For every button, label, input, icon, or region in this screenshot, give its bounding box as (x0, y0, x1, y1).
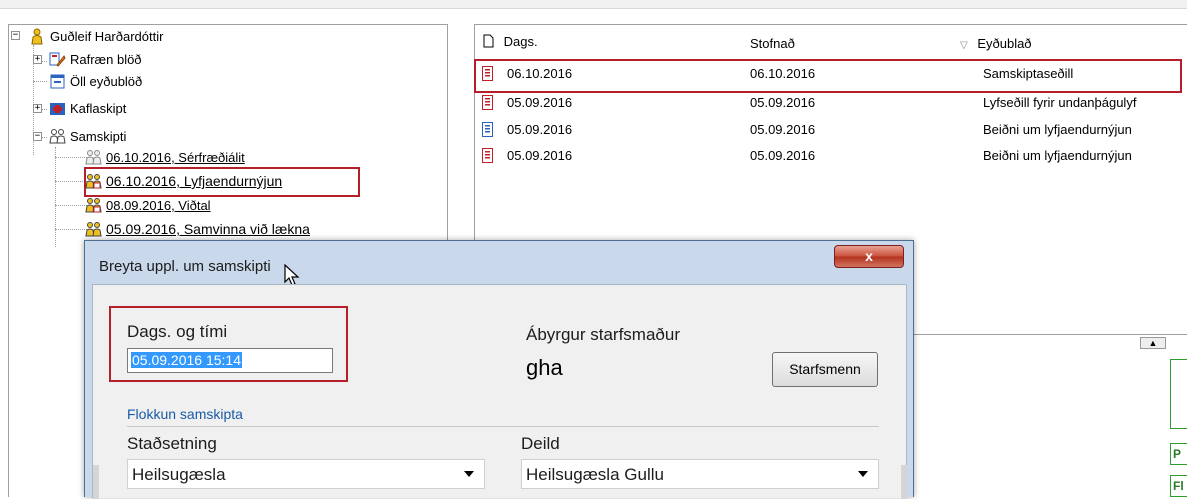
tree-root-label: Guðleif Harðardóttir (50, 28, 164, 44)
table-row[interactable]: 05.09.2016 05.09.2016 Lyfseðill fyrir un… (475, 92, 1187, 114)
column-header-eydublad[interactable]: ▽ Eyðublað (960, 36, 1032, 51)
document-blue-icon (482, 122, 493, 137)
highlight-list-row (474, 59, 1182, 93)
department-label: Deild (521, 434, 560, 453)
cell-dags: 05.09.2016 (507, 122, 573, 137)
tree-item-label: Samskipti (70, 128, 127, 144)
highlight-date-field (109, 306, 348, 382)
close-icon: x (865, 248, 873, 264)
preview-label-p: P (1170, 443, 1187, 465)
preview-box (1170, 359, 1187, 429)
staff-button[interactable]: Starfsmenn (772, 352, 878, 387)
tree-item-samskipti[interactable]: Samskipti (49, 126, 126, 146)
cell-dags: 05.09.2016 (507, 148, 573, 163)
people-icon (49, 128, 66, 143)
expand-rafraen-icon[interactable]: + (33, 55, 42, 64)
sort-arrow-icon: ▽ (960, 40, 968, 51)
tree-child-label: 05.09.2016, Samvinna við lækna (106, 221, 310, 237)
column-header-dags[interactable]: Dags. (483, 34, 538, 49)
person-icon (31, 28, 43, 44)
tree-item-label: Kaflaskipt (70, 100, 127, 116)
medical-kit-icon (50, 102, 65, 115)
dialog-title: Breyta uppl. um samskipti (99, 258, 271, 275)
cell-eydublad: Lyfseðill fyrir undanþágulyf (983, 95, 1137, 110)
cell-eydublad: Beiðni um lyfjaendurnýjun (983, 122, 1132, 137)
tree-child-vidtal[interactable]: 08.09.2016, Viðtal (85, 195, 211, 215)
staff-label: Ábyrgur starfsmaður (526, 325, 680, 344)
cell-stofnad: 05.09.2016 (750, 122, 816, 137)
forms-pencil-icon (49, 52, 66, 67)
left-scroll-strip (93, 465, 99, 499)
tree-item-rafraen-blod[interactable]: Rafræn blöð (49, 49, 142, 69)
chevron-down-icon (858, 471, 868, 477)
table-row[interactable]: 05.09.2016 05.09.2016 Beiðni um lyfjaend… (475, 119, 1187, 141)
department-value: Heilsugæsla Gullu (526, 465, 664, 484)
group-label: Flokkun samskipta (127, 406, 243, 422)
cell-stofnad: 05.09.2016 (750, 148, 816, 163)
location-label: Staðsetning (127, 434, 217, 453)
tree-item-kaflaskipt[interactable]: Kaflaskipt (49, 98, 126, 118)
tree-child-serfraedialit[interactable]: 06.10.2016, Sérfræðiálit (85, 147, 245, 167)
page-icon (483, 34, 494, 48)
preview-label-fl: Fl (1170, 475, 1187, 497)
staff-value: gha (526, 355, 563, 380)
forms-icon (50, 74, 65, 88)
toolbar-strip (0, 0, 1187, 9)
table-row[interactable]: 05.09.2016 05.09.2016 Beiðni um lyfjaend… (475, 145, 1187, 167)
group-divider (127, 426, 879, 427)
tree-child-samvinna[interactable]: 05.09.2016, Samvinna við lækna (85, 219, 310, 239)
document-red-icon (482, 148, 493, 163)
chevron-down-icon (464, 471, 474, 477)
scroll-up-button[interactable]: ▲ (1140, 337, 1166, 349)
collapse-samskipti-icon[interactable]: − (33, 132, 42, 141)
location-select[interactable]: Heilsugæsla (127, 459, 485, 489)
right-scroll-strip (901, 465, 907, 499)
cell-stofnad: 05.09.2016 (750, 95, 816, 110)
tree-child-label: 06.10.2016, Sérfræðiálit (106, 149, 245, 165)
collapse-root-icon[interactable]: − (11, 31, 20, 40)
tree-child-label: 08.09.2016, Viðtal (106, 197, 211, 213)
cell-eydublad: Beiðni um lyfjaendurnýjun (983, 148, 1132, 163)
expand-kaflaskipt-icon[interactable]: + (33, 104, 42, 113)
cell-dags: 05.09.2016 (507, 95, 573, 110)
document-red-icon (482, 95, 493, 110)
tree-root[interactable]: Guðleif Harðardóttir (29, 26, 163, 46)
dialog-close-button[interactable]: x (834, 245, 904, 268)
column-header-stofnad[interactable]: Stofnað (750, 36, 795, 51)
people-icon (85, 221, 102, 236)
people-icon (85, 149, 102, 164)
location-value: Heilsugæsla (132, 465, 226, 484)
highlight-tree-item (84, 167, 360, 197)
department-select[interactable]: Heilsugæsla Gullu (521, 459, 879, 489)
tree-item-oll-eydublod[interactable]: Öll eyðublöð (49, 71, 142, 91)
tree-item-label: Öll eyðublöð (70, 73, 143, 89)
tree-item-label: Rafræn blöð (70, 51, 142, 67)
people-edit-icon (85, 197, 102, 212)
